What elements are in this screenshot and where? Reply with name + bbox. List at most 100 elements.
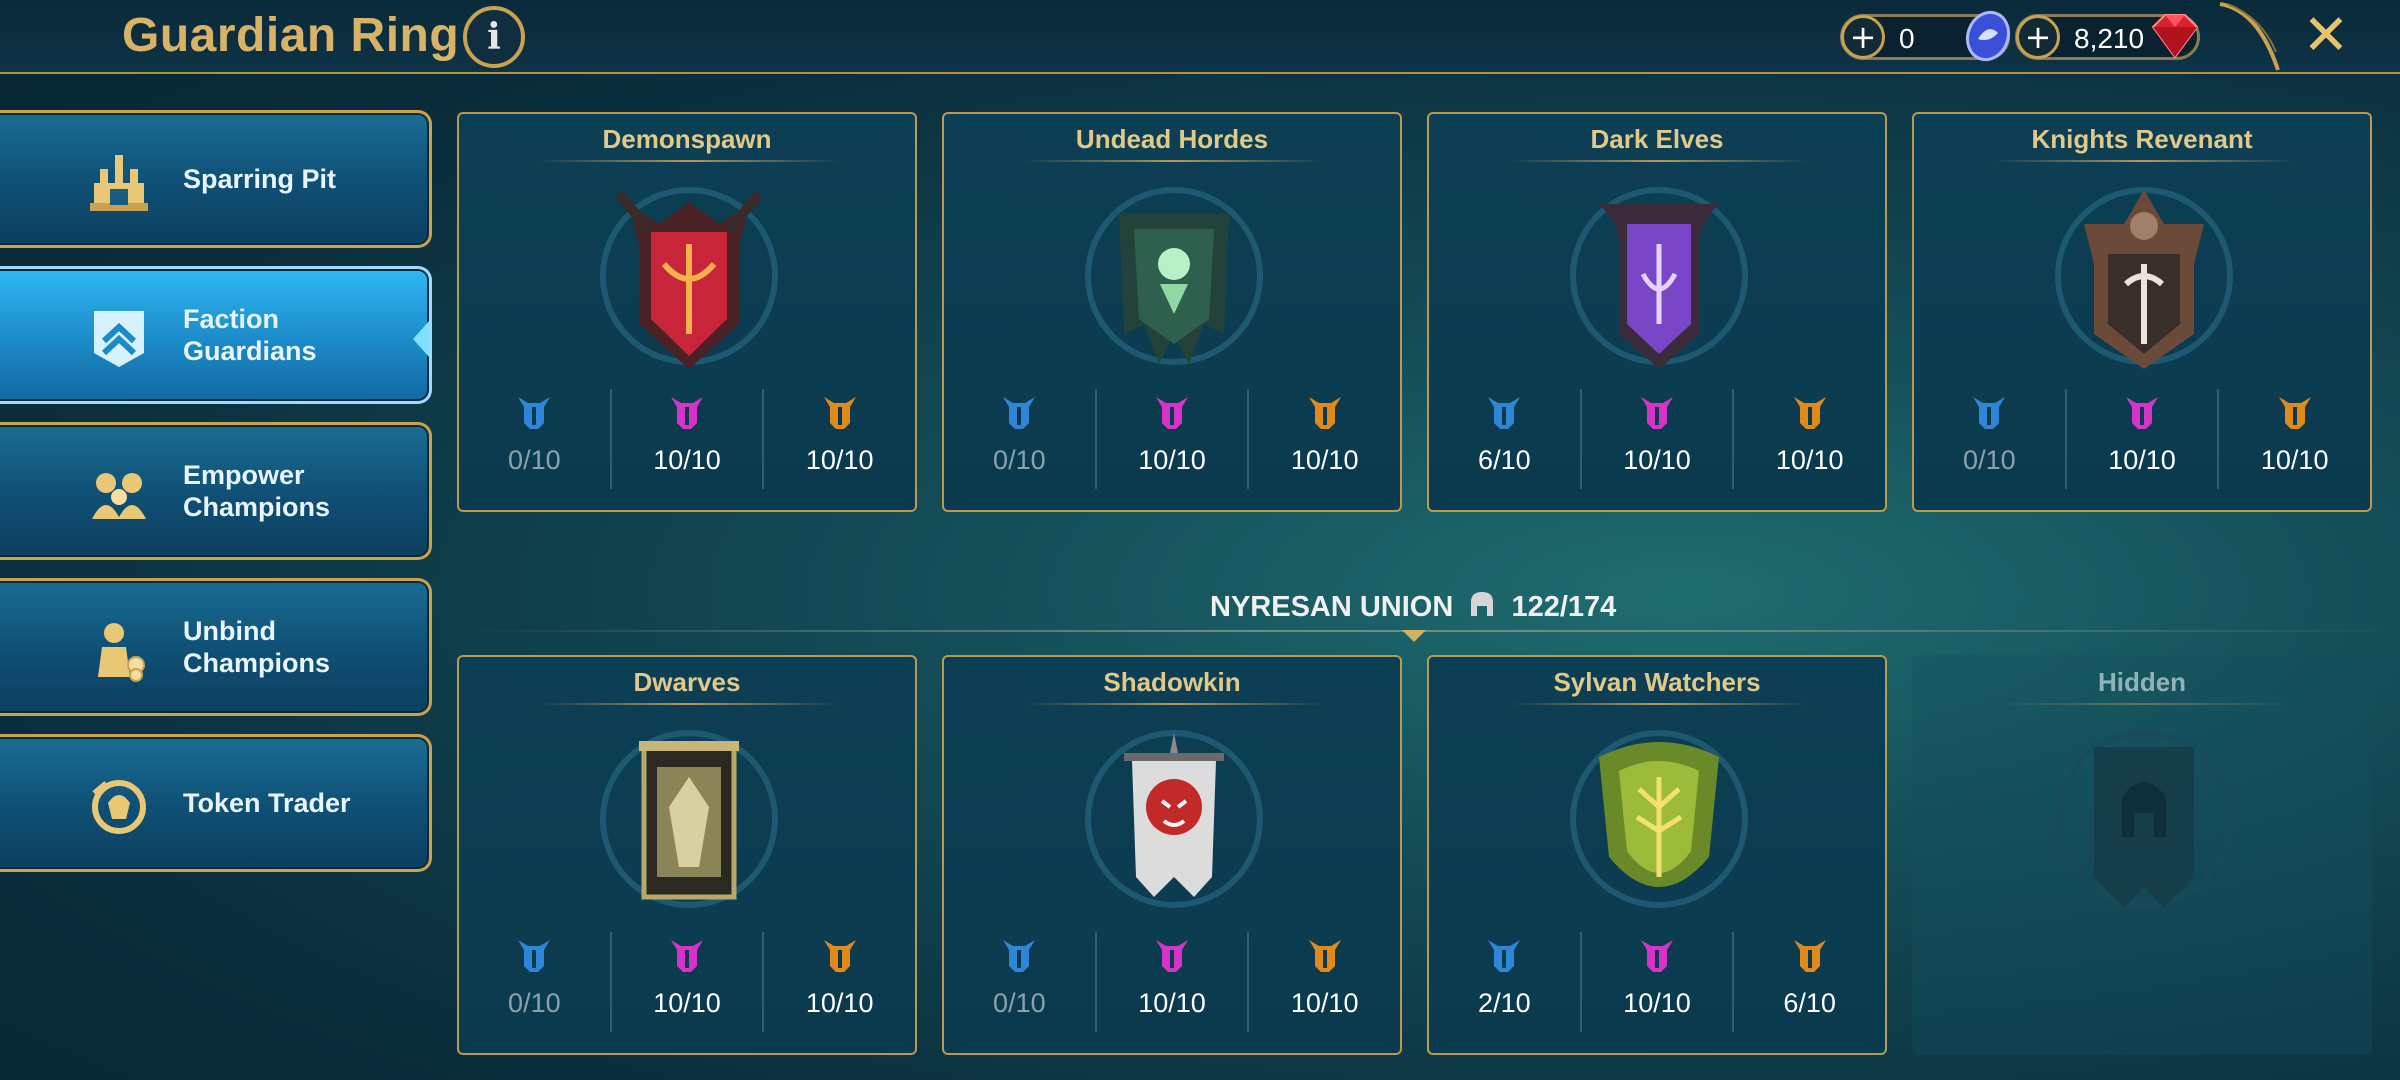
rare-slot: 0/10 xyxy=(944,389,1095,489)
faction-card-demonspawn[interactable]: Demonspawn 0/10 10/10 10/10 xyxy=(457,112,917,512)
undead-hordes-banner-icon xyxy=(1085,187,1263,365)
menu-faction-guardians[interactable]: Faction Guardians xyxy=(0,266,432,404)
epic-slot: 10/10 xyxy=(1579,389,1733,489)
epic-count: 10/10 xyxy=(1623,988,1691,1018)
legendary-slot: 10/10 xyxy=(1247,932,1400,1032)
faction-guardians-icon xyxy=(94,311,144,367)
guardian-slots: 0/10 10/10 10/10 xyxy=(944,389,1400,489)
rare-slot: 0/10 xyxy=(944,932,1095,1032)
legendary-helmet-icon xyxy=(823,397,856,429)
menu-unbind-champions[interactable]: Unbind Champions xyxy=(0,578,432,716)
menu-label: Sparring Pit xyxy=(183,163,337,194)
title-divider xyxy=(1994,160,2294,162)
menu-empower-champions[interactable]: Empower Champions xyxy=(0,422,432,560)
guardian-slots: 0/10 10/10 10/10 xyxy=(459,389,915,489)
guardian-slots: 0/10 10/10 10/10 xyxy=(944,932,1400,1032)
title-divider xyxy=(539,703,839,705)
epic-count: 10/10 xyxy=(2108,445,2176,475)
legendary-slot: 10/10 xyxy=(1732,389,1885,489)
rare-count: 0/10 xyxy=(508,988,561,1018)
faction-card-sylvan-watchers[interactable]: Sylvan Watchers 2/10 10/10 6/10 xyxy=(1427,655,1887,1055)
shadowkin-banner-icon xyxy=(1085,730,1263,908)
menu-sparring-pit[interactable]: Sparring Pit xyxy=(0,110,432,248)
faction-name: Hidden xyxy=(2097,667,2187,697)
epic-slot: 10/10 xyxy=(1094,389,1248,489)
sylvan-watchers-banner-icon xyxy=(1570,730,1748,908)
menu-token-trader[interactable]: Token Trader xyxy=(0,734,432,872)
epic-slot: 10/10 xyxy=(2064,389,2218,489)
rare-count: 2/10 xyxy=(1478,988,1531,1018)
guardian-slots: 2/10 10/10 6/10 xyxy=(1429,932,1885,1032)
faction-name: Knights Revenant xyxy=(2031,124,2253,154)
dark-elves-banner-icon xyxy=(1570,187,1748,369)
legendary-count: 6/10 xyxy=(1783,988,1836,1018)
knights-revenant-banner-icon xyxy=(2055,187,2233,369)
rare-helmet-icon xyxy=(1003,397,1036,429)
caret-down-icon xyxy=(1402,630,1426,642)
add-silver-button[interactable]: + xyxy=(1841,15,1885,59)
menu-label: Empower Champions xyxy=(183,459,331,522)
rare-count: 6/10 xyxy=(1478,445,1531,475)
token-trader-icon xyxy=(92,780,146,834)
legendary-count: 10/10 xyxy=(1290,445,1359,475)
legendary-helmet-icon xyxy=(2278,397,2311,429)
locked-banner-icon xyxy=(2055,730,2233,908)
faction-card-knights-revenant[interactable]: Knights Revenant 0/10 10/10 10/10 xyxy=(1912,112,2372,512)
title-divider xyxy=(539,160,839,162)
active-indicator xyxy=(413,321,429,357)
guardian-slots: 6/10 10/10 10/10 xyxy=(1429,389,1885,489)
faction-name: Sylvan Watchers xyxy=(1553,667,1761,697)
legendary-helmet-icon xyxy=(1308,397,1341,429)
epic-slot: 10/10 xyxy=(609,932,763,1032)
menu-label: Token Trader xyxy=(183,787,351,818)
faction-card-undead-hordes[interactable]: Undead Hordes 0/10 10/10 10/10 xyxy=(942,112,1402,512)
legendary-count: 10/10 xyxy=(805,988,874,1018)
epic-helmet-icon xyxy=(671,397,703,429)
rare-helmet-icon xyxy=(518,940,551,972)
epic-helmet-icon xyxy=(1641,397,1673,429)
faction-card-shadowkin[interactable]: Shadowkin 0/10 10/10 10/10 xyxy=(942,655,1402,1055)
rare-helmet-icon xyxy=(518,397,551,429)
demonspawn-banner-icon xyxy=(600,187,778,369)
legendary-helmet-icon xyxy=(1308,940,1341,972)
rare-helmet-icon xyxy=(1488,940,1521,972)
rare-slot: 0/10 xyxy=(459,932,610,1032)
title-divider xyxy=(1024,160,1324,162)
title-divider xyxy=(1509,703,1809,705)
legendary-count: 10/10 xyxy=(1775,445,1844,475)
ruby-gem-icon xyxy=(2151,14,2199,59)
faction-name: Undead Hordes xyxy=(1075,124,1269,154)
page-title: Guardian Ring xyxy=(122,9,460,62)
epic-count: 10/10 xyxy=(653,988,721,1018)
epic-count: 10/10 xyxy=(1138,445,1206,475)
rare-slot: 2/10 xyxy=(1429,932,1580,1032)
epic-helmet-icon xyxy=(1156,397,1188,429)
close-button[interactable]: ✕ xyxy=(2298,8,2354,64)
epic-count: 10/10 xyxy=(653,445,721,475)
unbind-champions-icon xyxy=(98,623,145,682)
legendary-count: 10/10 xyxy=(805,445,874,475)
legendary-helmet-icon xyxy=(823,940,856,972)
empower-champions-icon xyxy=(92,473,146,519)
menu-label: Unbind Champions xyxy=(183,615,331,678)
faction-card-dark-elves[interactable]: Dark Elves 6/10 10/10 10/10 xyxy=(1427,112,1887,512)
faction-card-dwarves[interactable]: Dwarves 0/10 10/10 10/10 xyxy=(457,655,917,1055)
epic-count: 10/10 xyxy=(1623,445,1691,475)
rare-helmet-icon xyxy=(1003,940,1036,972)
faction-name: Demonspawn xyxy=(602,124,772,154)
legendary-slot: 10/10 xyxy=(1247,389,1400,489)
rare-count: 0/10 xyxy=(993,988,1046,1018)
top-bar: Guardian Ring i + 0 + 8,210 ✕ xyxy=(0,0,2400,74)
faction-name: Dwarves xyxy=(633,667,741,697)
legendary-slot: 10/10 xyxy=(2217,389,2370,489)
sparring-pit-icon xyxy=(90,155,148,211)
add-gems-button[interactable]: + xyxy=(2016,15,2060,59)
silver-amount: 0 xyxy=(1899,23,1915,54)
rare-helmet-icon xyxy=(1488,397,1521,429)
faction-name: Dark Elves xyxy=(1590,124,1724,154)
guardian-slots: 0/10 10/10 10/10 xyxy=(1914,389,2370,489)
gem-currency: + 8,210 xyxy=(2015,14,2200,60)
info-button[interactable]: i xyxy=(463,6,525,68)
epic-slot: 10/10 xyxy=(609,389,763,489)
faction-card-hidden: Hidden xyxy=(1912,655,2372,1055)
